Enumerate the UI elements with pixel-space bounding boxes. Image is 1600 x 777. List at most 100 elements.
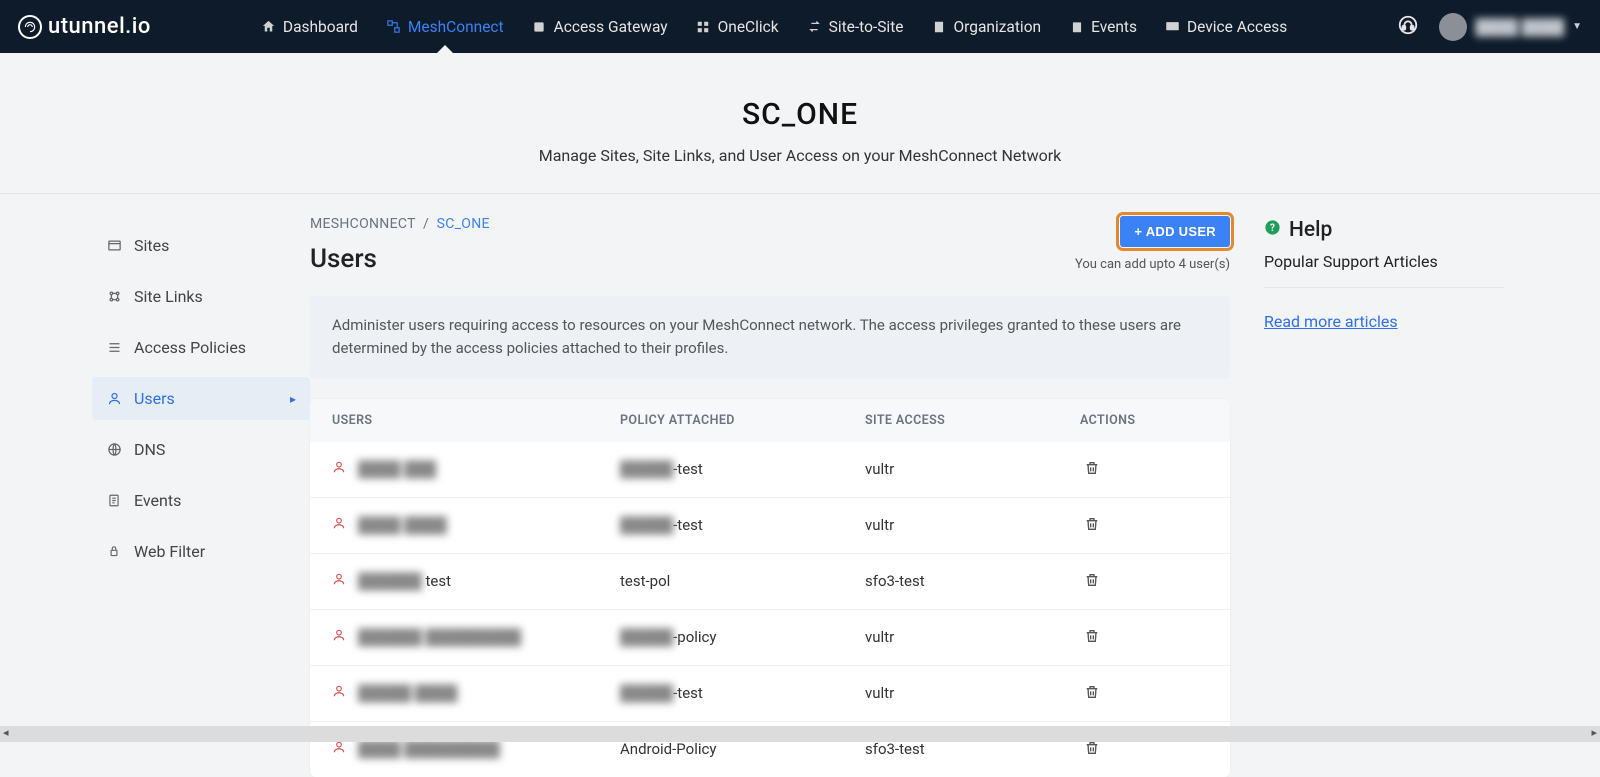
nav-label: Dashboard bbox=[283, 18, 358, 36]
user-icon bbox=[332, 572, 346, 590]
sidebar-item-users[interactable]: Users bbox=[92, 377, 310, 420]
user-name-cell[interactable]: ██████ test bbox=[358, 572, 451, 590]
breadcrumb-current[interactable]: SC_ONE bbox=[437, 216, 490, 232]
nav-label: MeshConnect bbox=[408, 18, 504, 36]
table-row: ████ ████ █████-testvultr bbox=[310, 498, 1230, 554]
avatar bbox=[1439, 13, 1467, 41]
horizontal-scrollbar[interactable] bbox=[0, 726, 1600, 742]
user-limit-note: You can add upto 4 user(s) bbox=[1075, 257, 1230, 272]
breadcrumb-root[interactable]: MESHCONNECT bbox=[310, 216, 415, 232]
site-cell: sfo3-test bbox=[865, 740, 1080, 758]
sidebar-label: Events bbox=[134, 491, 181, 510]
sidebar-item-access-policies[interactable]: Access Policies bbox=[92, 326, 310, 369]
user-name-cell[interactable]: ██████ █████████ bbox=[358, 628, 521, 646]
policies-icon bbox=[106, 340, 122, 356]
nav-meshconnect[interactable]: MeshConnect bbox=[386, 2, 504, 52]
page-subtitle: Manage Sites, Site Links, and User Acces… bbox=[0, 146, 1600, 165]
user-name-cell[interactable]: ████ ███ bbox=[358, 460, 436, 478]
nav-label: Access Gateway bbox=[554, 18, 668, 36]
chevron-down-icon: ▼ bbox=[1572, 21, 1582, 32]
policy-cell: █████-test bbox=[620, 460, 865, 478]
brand-logo[interactable]: utunnel.io bbox=[18, 14, 151, 39]
sidebar-item-web-filter[interactable]: Web Filter bbox=[92, 530, 310, 573]
policy-cell: █████-test bbox=[620, 684, 865, 702]
nav-device-access[interactable]: Device Access bbox=[1165, 2, 1287, 52]
links-icon bbox=[106, 289, 122, 305]
sidebar-item-site-links[interactable]: Site Links bbox=[92, 275, 310, 318]
sites-icon bbox=[106, 238, 122, 254]
user-name-masked: ████ ████ bbox=[1475, 18, 1564, 36]
table-row: ██████ █████████ █████-policyvultr bbox=[310, 610, 1230, 666]
site-cell: vultr bbox=[865, 684, 1080, 702]
org-icon bbox=[932, 19, 947, 34]
add-user-button[interactable]: + ADD USER bbox=[1120, 216, 1230, 247]
table-row: ████ ███ █████-testvultr bbox=[310, 442, 1230, 498]
delete-user-button[interactable] bbox=[1080, 624, 1104, 651]
user-icon bbox=[332, 628, 346, 646]
brand-name: utunnel.io bbox=[48, 14, 151, 39]
nav-label: Site-to-Site bbox=[829, 18, 904, 36]
help-read-more-link[interactable]: Read more articles bbox=[1264, 312, 1398, 331]
nav-oneclick[interactable]: OneClick bbox=[696, 2, 779, 52]
mesh-icon bbox=[386, 19, 401, 34]
nav-site-to-site[interactable]: Site-to-Site bbox=[807, 2, 904, 52]
th-users: USERS bbox=[320, 413, 620, 428]
table-row: ██████ test test-polsfo3-test bbox=[310, 554, 1230, 610]
delete-user-button[interactable] bbox=[1080, 512, 1104, 539]
events2-icon bbox=[106, 493, 122, 509]
user-menu[interactable]: ████ ████ ▼ bbox=[1439, 13, 1582, 41]
topbar-right: ████ ████ ▼ bbox=[1397, 13, 1582, 41]
breadcrumb: MESHCONNECT / SC_ONE bbox=[310, 216, 490, 232]
nav-dashboard[interactable]: Dashboard bbox=[261, 2, 358, 52]
site-cell: vultr bbox=[865, 628, 1080, 646]
policy-cell: █████-policy bbox=[620, 628, 865, 646]
delete-user-button[interactable] bbox=[1080, 680, 1104, 707]
users-icon bbox=[106, 391, 122, 407]
home-icon bbox=[261, 19, 276, 34]
sidebar-label: Web Filter bbox=[134, 542, 205, 561]
policy-cell: █████-test bbox=[620, 516, 865, 534]
device-icon bbox=[1165, 19, 1180, 34]
users-table: USERS POLICY ATTACHED SITE ACCESS ACTION… bbox=[310, 399, 1230, 777]
help-title-text: Help bbox=[1289, 218, 1332, 242]
help-title: ? Help bbox=[1264, 218, 1504, 242]
delete-user-button[interactable] bbox=[1080, 456, 1104, 483]
page-header: SC_ONE Manage Sites, Site Links, and Use… bbox=[0, 53, 1600, 194]
nav-label: Organization bbox=[954, 18, 1042, 36]
sidebar-item-sites[interactable]: Sites bbox=[92, 224, 310, 267]
nav-access-gateway[interactable]: Access Gateway bbox=[532, 2, 668, 52]
grid-icon bbox=[696, 19, 711, 34]
user-name-cell[interactable]: ████ █████████ bbox=[358, 740, 500, 758]
svg-text:?: ? bbox=[1270, 223, 1275, 234]
site-cell: sfo3-test bbox=[865, 572, 1080, 590]
user-icon bbox=[332, 684, 346, 702]
brand-logo-icon bbox=[18, 15, 42, 39]
delete-user-button[interactable] bbox=[1080, 568, 1104, 595]
help-icon: ? bbox=[1264, 218, 1281, 242]
user-name-cell[interactable]: ████ ████ bbox=[358, 516, 447, 534]
sidebar: Sites Site Links Access Policies Users D… bbox=[0, 216, 310, 777]
th-actions: ACTIONS bbox=[1080, 413, 1220, 428]
sidebar-item-dns[interactable]: DNS bbox=[92, 428, 310, 471]
section-title: Users bbox=[310, 244, 490, 274]
sidebar-item-events[interactable]: Events bbox=[92, 479, 310, 522]
info-banner: Administer users requiring access to res… bbox=[310, 296, 1230, 379]
topbar: utunnel.io Dashboard MeshConnect Access … bbox=[0, 0, 1600, 53]
policy-cell: test-pol bbox=[620, 572, 865, 590]
dns-icon bbox=[106, 442, 122, 458]
th-site: SITE ACCESS bbox=[865, 413, 1080, 428]
site-cell: vultr bbox=[865, 516, 1080, 534]
events-icon bbox=[1069, 19, 1084, 34]
nav-label: Device Access bbox=[1187, 18, 1287, 36]
sidebar-label: Users bbox=[134, 389, 175, 408]
nav-events[interactable]: Events bbox=[1069, 2, 1137, 52]
site-cell: vultr bbox=[865, 460, 1080, 478]
gateway-icon bbox=[532, 19, 547, 34]
page-title: SC_ONE bbox=[0, 97, 1600, 132]
breadcrumb-row: MESHCONNECT / SC_ONE Users + ADD USER Yo… bbox=[310, 216, 1230, 274]
user-name-cell[interactable]: █████ ████ bbox=[358, 684, 457, 702]
nav-label: Events bbox=[1091, 18, 1137, 36]
filter-icon bbox=[106, 544, 122, 560]
support-icon[interactable] bbox=[1397, 14, 1419, 40]
nav-organization[interactable]: Organization bbox=[932, 2, 1042, 52]
